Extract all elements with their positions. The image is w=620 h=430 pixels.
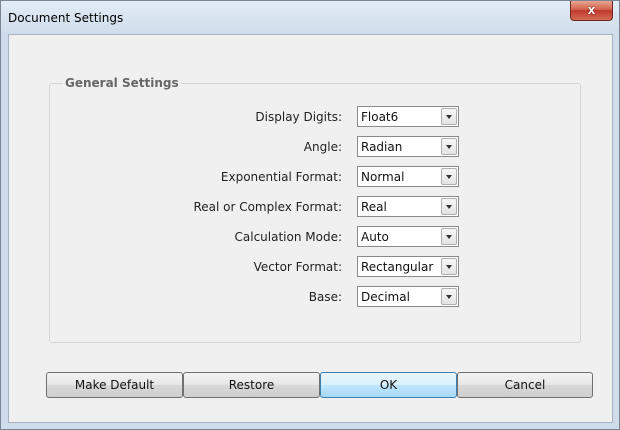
display-digits-value: Float6 — [361, 110, 399, 124]
setting-row-calculation-mode: Calculation Mode: Auto — [50, 226, 580, 247]
vector-format-value: Rectangular — [361, 260, 434, 274]
chevron-down-icon[interactable] — [441, 228, 457, 245]
base-select[interactable]: Decimal — [357, 286, 459, 307]
setting-row-base: Base: Decimal — [50, 286, 580, 307]
dialog-body: General Settings Display Digits: Float6 … — [8, 34, 613, 423]
angle-select[interactable]: Radian — [357, 136, 459, 157]
calculation-mode-label: Calculation Mode: — [234, 230, 343, 244]
base-value: Decimal — [361, 290, 410, 304]
calculation-mode-select[interactable]: Auto — [357, 226, 459, 247]
chevron-down-icon[interactable] — [441, 258, 457, 275]
display-digits-label: Display Digits: — [255, 110, 342, 124]
exponential-format-select[interactable]: Normal — [357, 166, 459, 187]
cancel-button[interactable]: Cancel — [457, 372, 593, 398]
real-or-complex-format-select[interactable]: Real — [357, 196, 459, 217]
make-default-button[interactable]: Make Default — [46, 372, 183, 398]
chevron-down-icon[interactable] — [441, 288, 457, 305]
chevron-down-icon[interactable] — [441, 168, 457, 185]
group-title: General Settings — [63, 76, 181, 90]
ok-label: OK — [379, 378, 398, 392]
document-settings-dialog: Document Settings x General Settings Dis… — [0, 0, 620, 430]
ok-button[interactable]: OK — [320, 372, 457, 398]
restore-label: Restore — [228, 378, 275, 392]
general-settings-group: General Settings Display Digits: Float6 … — [49, 76, 581, 343]
real-or-complex-format-label: Real or Complex Format: — [193, 200, 342, 214]
setting-row-vector-format: Vector Format: Rectangular — [50, 256, 580, 277]
title-bar: Document Settings x — [1, 1, 619, 35]
dialog-title: Document Settings — [8, 11, 124, 25]
base-label: Base: — [308, 290, 342, 304]
close-icon: x — [587, 2, 596, 17]
setting-row-real-or-complex-format: Real or Complex Format: Real — [50, 196, 580, 217]
chevron-down-icon[interactable] — [441, 108, 457, 125]
close-button[interactable]: x — [570, 1, 613, 21]
calculation-mode-value: Auto — [361, 230, 389, 244]
vector-format-select[interactable]: Rectangular — [357, 256, 459, 277]
restore-button[interactable]: Restore — [183, 372, 320, 398]
vector-format-label: Vector Format: — [253, 260, 342, 274]
setting-row-display-digits: Display Digits: Float6 — [50, 106, 580, 127]
cancel-label: Cancel — [504, 378, 546, 392]
chevron-down-icon[interactable] — [441, 198, 457, 215]
display-digits-select[interactable]: Float6 — [357, 106, 459, 127]
chevron-down-icon[interactable] — [441, 138, 457, 155]
angle-value: Radian — [361, 140, 403, 154]
setting-row-angle: Angle: Radian — [50, 136, 580, 157]
make-default-label: Make Default — [74, 378, 155, 392]
setting-row-exponential-format: Exponential Format: Normal — [50, 166, 580, 187]
exponential-format-label: Exponential Format: — [220, 170, 342, 184]
angle-label: Angle: — [303, 140, 342, 154]
exponential-format-value: Normal — [361, 170, 405, 184]
real-or-complex-format-value: Real — [361, 200, 387, 214]
